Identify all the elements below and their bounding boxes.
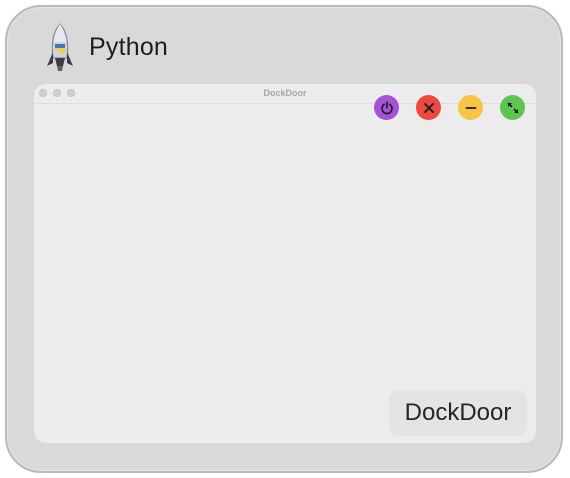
power-icon	[380, 100, 393, 114]
quit-app-button[interactable]	[374, 95, 399, 120]
fullscreen-window-button[interactable]	[500, 95, 525, 120]
minimize-window-button[interactable]	[458, 95, 483, 120]
close-window-button[interactable]	[416, 95, 441, 120]
dockdoor-label: DockDoor	[404, 399, 512, 426]
app-name-label: Python	[89, 33, 169, 61]
window-title: DockDoor	[263, 88, 307, 98]
minimize-icon	[465, 106, 476, 109]
python-rocket-icon	[47, 23, 73, 71]
dockdoor-label-badge: DockDoor	[389, 390, 527, 436]
fullscreen-icon	[507, 102, 518, 113]
close-icon	[423, 102, 434, 113]
